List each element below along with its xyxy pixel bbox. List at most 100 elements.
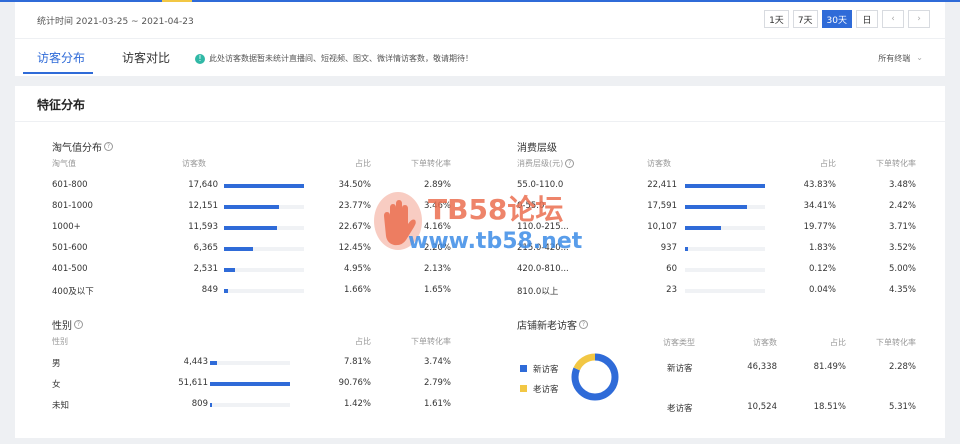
row-share: 18.51% — [813, 402, 846, 412]
help-icon[interactable]: ? — [104, 142, 113, 151]
bar-fill — [224, 184, 304, 188]
day-daily-button[interactable]: 日 — [856, 10, 878, 28]
tab-visitor-compare[interactable]: 访客对比 — [122, 49, 170, 66]
row-visitors: 17,640 — [188, 180, 218, 190]
row-visitors: 23 — [666, 285, 677, 295]
chevron-left-icon: ‹ — [891, 14, 895, 24]
row-share: 22.67% — [338, 222, 371, 232]
row-share: 1.66% — [343, 285, 371, 295]
bar-fill — [224, 226, 277, 230]
row-label: 新访客 — [667, 364, 693, 374]
col-header: 消费层级(元) ? — [517, 158, 575, 169]
row-rate: 5.00% — [888, 264, 916, 274]
row-visitors: 22,411 — [647, 180, 677, 190]
help-icon[interactable]: ? — [579, 320, 588, 329]
tabs-row: 访客分布 访客对比 ! 此处访客数据暂未统计直播间、短视频、图文、微详情访客数，… — [15, 38, 945, 76]
feature-panel: 特征分布 淘气值分布 ? 淘气值 访客数 占比 下单转化率 消费层级 消费层级(… — [15, 86, 945, 438]
row-rate: 3.48% — [888, 180, 916, 190]
bar-track — [210, 382, 290, 386]
row-visitors: 10,107 — [647, 222, 677, 232]
row-visitors: 46,338 — [747, 362, 777, 372]
active-tab-underline — [23, 72, 93, 74]
row-label: 400及以下 — [52, 287, 94, 297]
bar-track — [224, 184, 304, 188]
tab-visitor-distribution[interactable]: 访客分布 — [37, 49, 85, 66]
bar-fill — [224, 289, 228, 293]
row-visitors: 4,443 — [183, 357, 208, 367]
row-share: 0.12% — [808, 264, 836, 274]
col-header: 占比 — [830, 338, 846, 347]
col-header: 性别 — [52, 337, 68, 346]
row-label: 810.0以上 — [517, 287, 559, 297]
row-visitors: 2,531 — [193, 264, 218, 274]
row-visitors: 51,611 — [178, 378, 208, 388]
row-share: 34.41% — [803, 201, 836, 211]
day-1-button[interactable]: 1天 — [764, 10, 789, 28]
consume-title-text: 消费层级 — [517, 143, 557, 154]
row-rate: 4.16% — [423, 222, 451, 232]
col-header: 占比 — [820, 159, 836, 168]
row-share: 90.76% — [338, 378, 371, 388]
row-rate: 1.61% — [423, 399, 451, 409]
row-visitors: 6,365 — [193, 243, 218, 253]
bar-fill — [685, 226, 721, 230]
taoqi-title: 淘气值分布 ? — [52, 139, 113, 154]
bar-fill — [210, 361, 218, 365]
day-7-button[interactable]: 7天 — [792, 10, 818, 28]
row-share: 81.49% — [813, 362, 846, 372]
consume-title: 消费层级 — [517, 139, 557, 154]
bar-track — [685, 205, 765, 209]
col-header: 下单转化率 — [411, 159, 451, 168]
row-label: 420.0-810... — [517, 264, 569, 274]
bar-track — [685, 184, 765, 188]
row-share: 34.50% — [338, 180, 371, 190]
row-rate: 2.20% — [423, 243, 451, 253]
row-share: 4.95% — [343, 264, 371, 274]
legend-swatch-new — [520, 365, 527, 372]
bar-track — [224, 247, 304, 251]
bar-track — [210, 361, 290, 365]
col-header: 占比 — [355, 159, 371, 168]
notice-text: 此处访客数据暂未统计直播间、短视频、图文、微详情访客数，敬请期待！ — [209, 54, 473, 63]
date-range: 统计时间 2021-03-25 ~ 2021-04-23 — [37, 17, 194, 27]
next-arrow-button[interactable]: › — [908, 10, 930, 28]
bar-track — [685, 268, 765, 272]
col-header: 占比 — [355, 337, 371, 346]
legend-swatch-old — [520, 385, 527, 392]
prev-arrow-button[interactable]: ‹ — [882, 10, 904, 28]
row-visitors: 10,524 — [747, 402, 777, 412]
day-30-button[interactable]: 30天 — [821, 10, 852, 28]
bar-fill — [685, 205, 748, 209]
row-label: 老访客 — [667, 404, 693, 414]
col-header: 下单转化率 — [411, 337, 451, 346]
row-share: 0.04% — [808, 285, 836, 295]
taoqi-title-text: 淘气值分布 — [52, 143, 102, 154]
row-rate: 5.31% — [888, 402, 916, 412]
bar-track — [685, 289, 765, 293]
terminal-select[interactable]: 所有终端 ⌄ — [878, 53, 923, 64]
bar-fill — [210, 382, 290, 386]
row-rate: 3.46% — [423, 201, 451, 211]
gender-title: 性别 ? — [52, 317, 83, 332]
chevron-right-icon: › — [917, 14, 921, 24]
row-share: 23.77% — [338, 201, 371, 211]
col-header: 下单转化率 — [876, 338, 916, 347]
bar-track — [685, 247, 765, 251]
bar-fill — [685, 184, 765, 188]
row-visitors: 849 — [201, 285, 218, 295]
row-label: 0-55.0 — [517, 201, 545, 211]
notice: ! 此处访客数据暂未统计直播间、短视频、图文、微详情访客数，敬请期待！ — [195, 53, 473, 64]
row-share: 1.42% — [343, 399, 371, 409]
bar-track — [685, 226, 765, 230]
help-icon[interactable]: ? — [565, 159, 575, 168]
row-rate: 3.74% — [423, 357, 451, 367]
bar-fill — [224, 268, 236, 272]
row-rate: 2.42% — [888, 201, 916, 211]
row-rate: 2.28% — [888, 362, 916, 372]
help-icon[interactable]: ? — [74, 320, 83, 329]
row-visitors: 937 — [660, 243, 677, 253]
col-header-text: 消费层级(元) — [517, 159, 564, 168]
row-label: 801-1000 — [52, 201, 93, 211]
row-label: 55.0-110.0 — [517, 180, 564, 190]
row-label: 401-500 — [52, 264, 88, 274]
